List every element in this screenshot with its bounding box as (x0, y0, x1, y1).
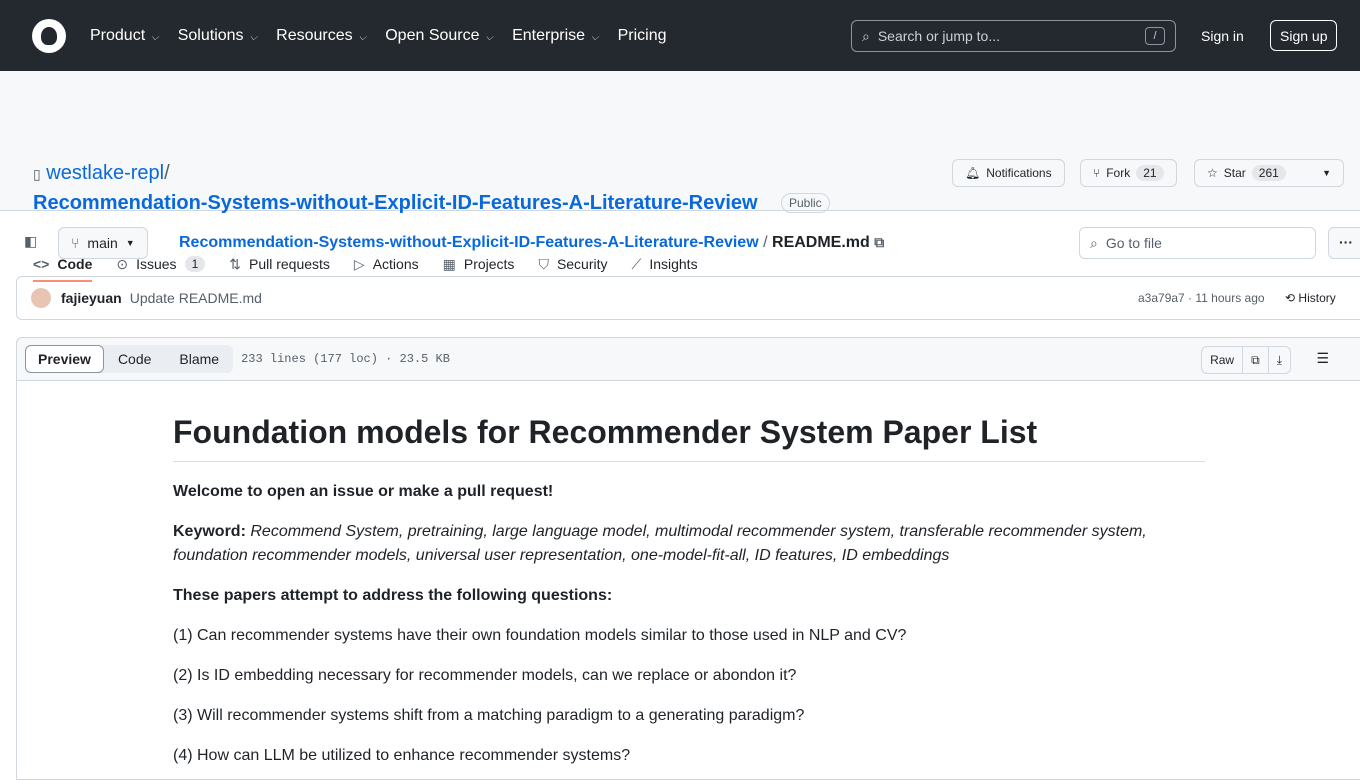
fork-label: Fork (1106, 166, 1131, 180)
bell-icon: 🔔︎ (965, 166, 981, 180)
sign-in-link[interactable]: Sign in (1201, 28, 1244, 44)
breadcrumb-filename: README.md (772, 234, 870, 251)
avatar[interactable] (31, 288, 51, 308)
star-icon: ☆ (1207, 166, 1218, 180)
download-icon[interactable]: ⤓ (1269, 347, 1290, 373)
question-item: (1) Can recommender systems have their o… (173, 627, 907, 644)
preview-tab[interactable]: Preview (25, 345, 104, 373)
chevron-down-icon: ⌵ (485, 31, 494, 43)
keyword-label: Keyword: (173, 523, 246, 540)
fork-icon: ⑂ (1093, 166, 1101, 180)
more-options-button[interactable]: ··· (1328, 227, 1360, 259)
star-dropdown-icon[interactable]: ▼ (1322, 168, 1331, 178)
file-actions: Raw ⧉ ⤓ (1201, 346, 1291, 374)
questions-heading: These papers attempt to address the foll… (173, 587, 613, 604)
commit-author[interactable]: fajieyuan (61, 290, 122, 306)
separator: / (164, 162, 170, 184)
history-label: History (1298, 291, 1336, 305)
chevron-down-icon: ⌵ (591, 31, 599, 43)
file-meta: 233 lines (177 loc) · 23.5 KB (241, 352, 450, 366)
star-count: 261 (1251, 165, 1286, 181)
copy-path-icon[interactable]: ⧉ (874, 234, 884, 250)
star-label: Star (1223, 166, 1246, 180)
latest-commit-bar: fajieyuan Update README.md a3a79a7 · 11 … (16, 276, 1360, 320)
global-header: Product ⌵ Solutions ⌵ Resources ⌵ Open Sour… (0, 0, 1360, 71)
search-input[interactable]: ⌕ Search or jump to... / (851, 20, 1176, 52)
sign-up-button[interactable]: Sign up (1270, 20, 1338, 51)
keywords-text: Recommend System, pretraining, large lan… (173, 523, 1147, 564)
nav-pricing[interactable]: Pricing (618, 27, 667, 45)
blame-tab[interactable]: Blame (165, 351, 233, 367)
fork-button[interactable]: ⑂ Fork 21 (1080, 159, 1177, 187)
nav-open-source[interactable]: Open Source ⌵ (385, 27, 493, 45)
file-header: Preview Code Blame 233 lines (177 loc) ·… (16, 337, 1360, 381)
search-icon: ⌕ (1090, 234, 1098, 251)
branch-selector[interactable]: ⑂ main ▼ (58, 227, 148, 259)
history-button[interactable]: ⟲ History (1285, 291, 1336, 305)
commit-message[interactable]: Update README.md (130, 290, 262, 306)
nav-product[interactable]: Product ⌵ (90, 27, 159, 45)
raw-button[interactable]: Raw (1202, 347, 1244, 373)
caret-down-icon: ▼ (125, 238, 135, 248)
go-to-file-input[interactable]: ⌕ Go to file (1079, 227, 1316, 259)
history-icon: ⟲ (1285, 291, 1296, 305)
go-to-file-placeholder: Go to file (1105, 235, 1162, 251)
chevron-down-icon: ⌵ (151, 31, 159, 43)
notifications-button[interactable]: 🔔︎ Notifications (952, 159, 1065, 187)
question-item: (4) How can LLM be utilized to enhance r… (173, 747, 631, 764)
commit-sha-time[interactable]: a3a79a7 · 11 hours ago (1138, 291, 1265, 305)
copy-raw-icon[interactable]: ⧉ (1243, 347, 1269, 373)
nav-resources[interactable]: Resources ⌵ (276, 27, 366, 45)
breadcrumb: Recommendation-Systems-without-Explicit-… (179, 234, 884, 252)
search-placeholder: Search or jump to... (877, 28, 1001, 44)
fork-count: 21 (1136, 165, 1164, 181)
readme-content: Foundation models for Recommender System… (173, 414, 1205, 784)
keywords-paragraph: Keyword: Recommend System, pretraining, … (173, 520, 1205, 568)
question-item: (2) Is ID embedding necessary for recomm… (173, 667, 797, 684)
code-view-tab[interactable]: Code (104, 351, 165, 367)
readme-title: Foundation models for Recommender System… (173, 414, 1205, 462)
question-item: (3) Will recommender systems shift from … (173, 707, 805, 724)
owner-link[interactable]: westlake-repl (46, 162, 164, 184)
breadcrumb-separator: / (763, 234, 768, 251)
repo-name-link[interactable]: Recommendation-Systems-without-Explicit-… (33, 192, 758, 215)
star-button[interactable]: ☆ Star 261 ▼ (1194, 159, 1344, 187)
global-nav: Product ⌵ Solutions ⌵ Resources ⌵ Open Sour… (90, 27, 686, 45)
outline-list-icon[interactable]: ☰ (1316, 350, 1329, 367)
chevron-down-icon: ⌵ (249, 31, 258, 43)
repo-icon: ▯ (33, 166, 41, 182)
breadcrumb-repo-link[interactable]: Recommendation-Systems-without-Explicit-… (179, 234, 759, 251)
search-icon: ⌕ (862, 27, 870, 44)
view-mode-switch: Preview Code Blame (25, 345, 234, 373)
branch-icon: ⑂ (71, 235, 80, 251)
sidebar-toggle-icon[interactable]: ◧ (24, 233, 37, 250)
notifications-label: Notifications (986, 166, 1052, 180)
chevron-down-icon: ⌵ (358, 31, 367, 43)
branch-name: main (87, 235, 118, 251)
file-nav-row: ◧ ⑂ main ▼ Recommendation-Systems-without-… (0, 227, 1360, 259)
nav-enterprise[interactable]: Enterprise ⌵ (512, 27, 599, 45)
slash-key-hint: / (1145, 27, 1165, 45)
repo-header: ▯ westlake-repl/ Recommendation-Systems-… (0, 71, 1360, 282)
github-logo-icon[interactable] (32, 18, 66, 53)
visibility-badge: Public (781, 193, 830, 213)
welcome-text: Welcome to open an issue or make a pull … (173, 483, 554, 500)
nav-solutions[interactable]: Solutions ⌵ (178, 27, 257, 45)
